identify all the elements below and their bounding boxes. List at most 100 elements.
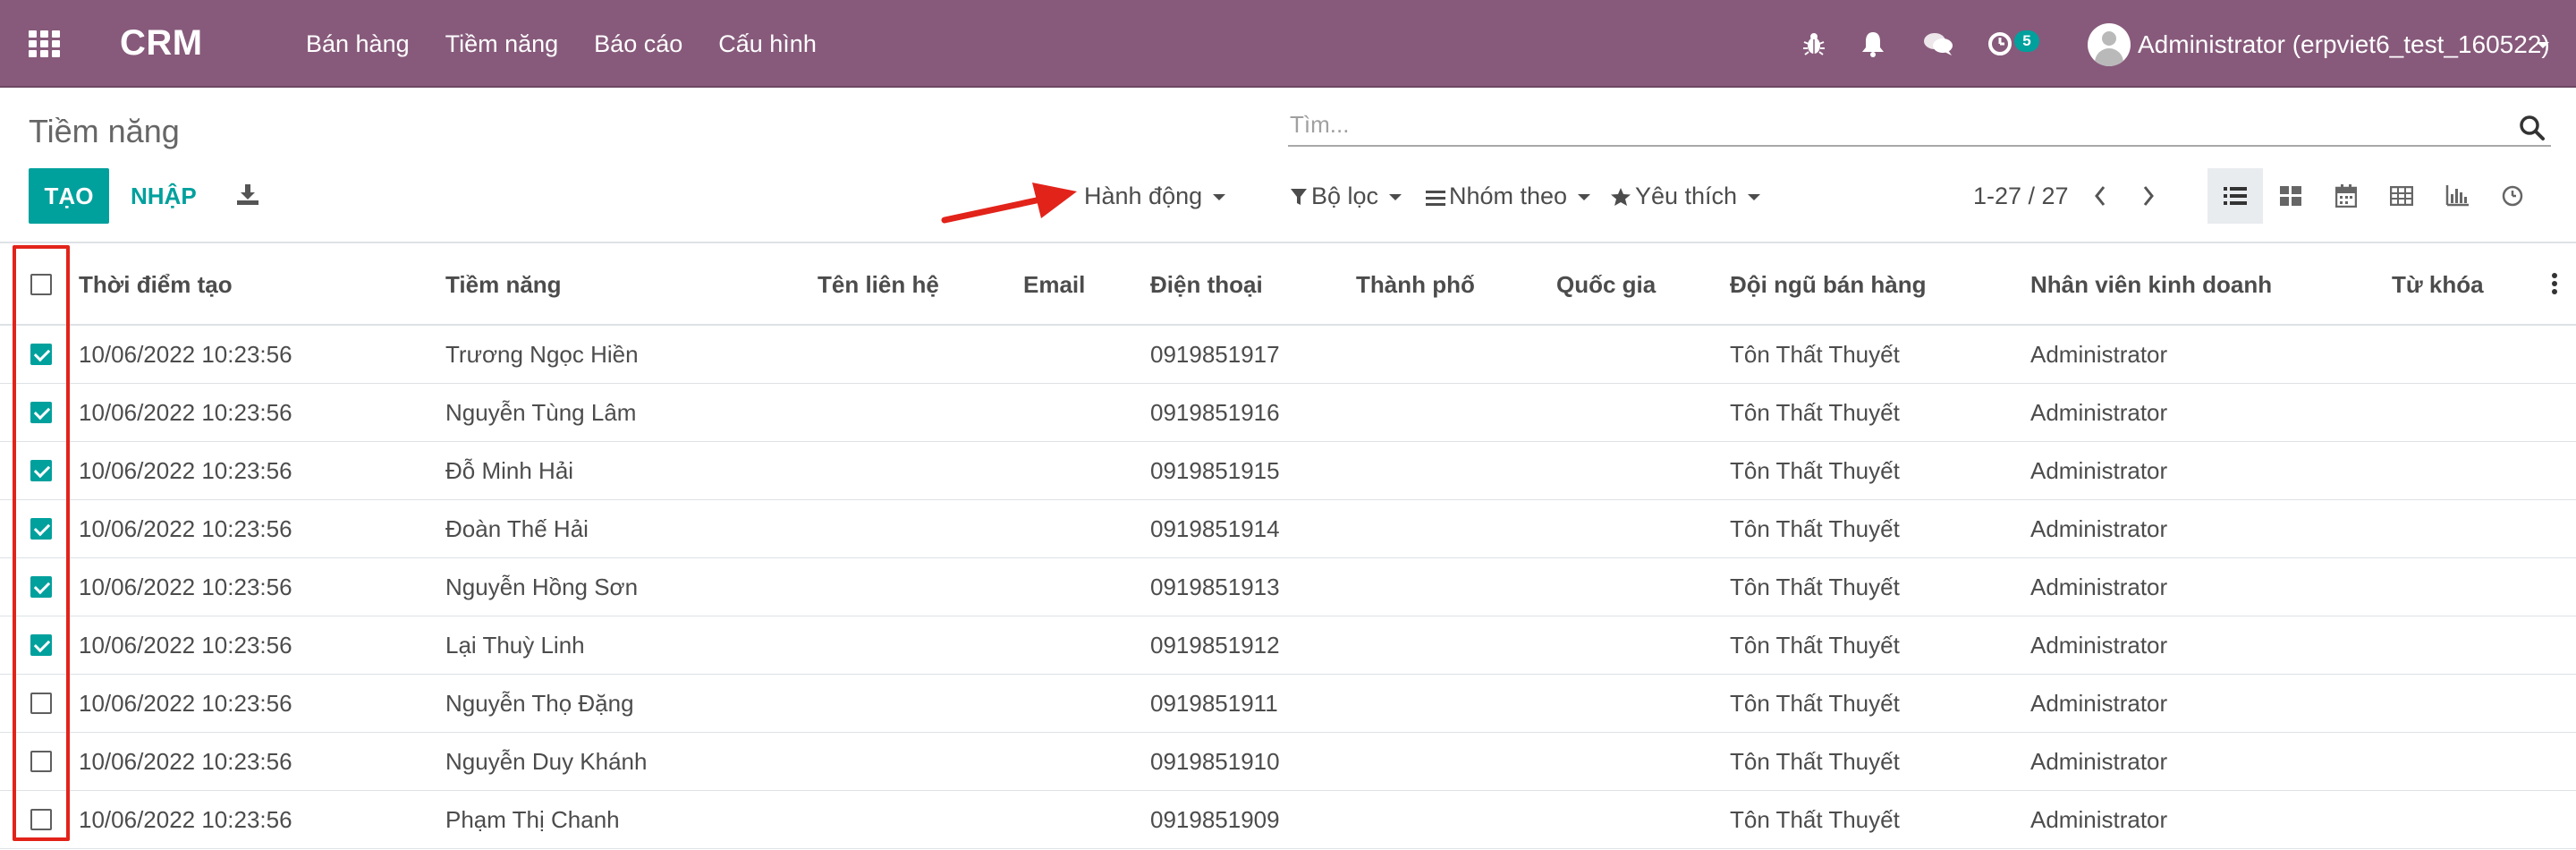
- pivot-view-icon[interactable]: [2374, 168, 2429, 224]
- row-checkbox[interactable]: [30, 693, 52, 714]
- table-row[interactable]: 10/06/2022 10:23:56 Lại Thuỳ Linh 09198519…: [0, 616, 2576, 675]
- cell-salesperson: Administrator: [2030, 457, 2168, 484]
- column-header-salesperson[interactable]: Nhân viên kinh doanh: [2030, 243, 2272, 326]
- table-row[interactable]: 10/06/2022 10:23:56 Nguyễn Duy Khánh 09198…: [0, 733, 2576, 791]
- pager-next-icon[interactable]: [2141, 184, 2156, 212]
- filter-label: Bộ lọc: [1311, 183, 1379, 209]
- cell-created: 10/06/2022 10:23:56: [79, 806, 292, 833]
- calendar-view-icon[interactable]: [2318, 168, 2374, 224]
- table-row[interactable]: 10/06/2022 10:23:56 Nguyễn Thọ Đặng 091985…: [0, 675, 2576, 733]
- chevron-down-icon[interactable]: [2537, 42, 2549, 48]
- user-menu[interactable]: Administrator (erpviet6_test_160522): [2138, 30, 2550, 59]
- avatar[interactable]: [2088, 23, 2131, 66]
- menu-item-config[interactable]: Cấu hình: [718, 30, 817, 58]
- cell-sales-team: Tôn Thất Thuyết: [1730, 748, 1900, 775]
- cell-lead: Đoàn Thế Hải: [445, 515, 589, 542]
- row-checkbox[interactable]: [30, 751, 52, 772]
- table-row[interactable]: 10/06/2022 10:23:56 Trương Ngọc Hiền 09198…: [0, 326, 2576, 384]
- activity-view-icon[interactable]: [2485, 168, 2540, 224]
- cell-created: 10/06/2022 10:23:56: [79, 399, 292, 426]
- cell-created: 10/06/2022 10:23:56: [79, 341, 292, 368]
- cell-sales-team: Tôn Thất Thuyết: [1730, 632, 1900, 659]
- cell-phone: 0919851913: [1150, 574, 1280, 600]
- download-icon[interactable]: [236, 183, 259, 210]
- column-header-country[interactable]: Quốc gia: [1556, 243, 1656, 326]
- cell-sales-team: Tôn Thất Thuyết: [1730, 806, 1900, 833]
- cell-sales-team: Tôn Thất Thuyết: [1730, 399, 1900, 426]
- row-checkbox[interactable]: [30, 809, 52, 830]
- cell-lead: Phạm Thị Chanh: [445, 806, 620, 833]
- favorites-dropdown[interactable]: Yêu thích: [1610, 183, 1761, 210]
- caret-down-icon: [1578, 194, 1591, 201]
- annotation-arrow-icon: [939, 177, 1082, 235]
- bug-icon[interactable]: [1801, 0, 1826, 88]
- column-header-created[interactable]: Thời điểm tạo: [79, 243, 233, 326]
- action-label: Hành động: [1084, 183, 1203, 209]
- pager-value[interactable]: 1-27 / 27: [1973, 183, 2069, 210]
- caret-down-icon: [1748, 194, 1761, 201]
- row-checkbox[interactable]: [30, 634, 52, 656]
- search-icon[interactable]: [2519, 115, 2546, 146]
- table-row[interactable]: 10/06/2022 10:23:56 Đoàn Thế Hải 091985191…: [0, 500, 2576, 558]
- filter-dropdown[interactable]: Bộ lọc: [1290, 183, 1402, 210]
- cell-sales-team: Tôn Thất Thuyết: [1730, 457, 1900, 484]
- action-dropdown[interactable]: Hành động: [1084, 183, 1226, 210]
- column-header-sales-team[interactable]: Đội ngũ bán hàng: [1730, 243, 1927, 326]
- table-header: Thời điểm tạo Tiềm năng Tên liên hệ Emai…: [0, 243, 2576, 326]
- favorites-label: Yêu thích: [1635, 183, 1738, 209]
- table-row[interactable]: 10/06/2022 10:23:56 Phạm Thị Chanh 0919851…: [0, 791, 2576, 849]
- optional-columns-icon[interactable]: [2551, 272, 2558, 300]
- list-view-icon[interactable]: [2207, 168, 2263, 224]
- cell-phone: 0919851914: [1150, 515, 1280, 542]
- chat-icon[interactable]: [1923, 0, 1953, 88]
- cell-created: 10/06/2022 10:23:56: [79, 574, 292, 600]
- clock-activity-icon[interactable]: [1987, 0, 2012, 88]
- column-header-email[interactable]: Email: [1023, 243, 1085, 326]
- column-header-tags[interactable]: Từ khóa: [2392, 243, 2484, 326]
- main-menu: Bán hàng Tiềm năng Báo cáo Cấu hình: [306, 0, 852, 88]
- import-button[interactable]: NHẬP: [131, 183, 197, 210]
- kanban-view-icon[interactable]: [2263, 168, 2318, 224]
- table-row[interactable]: 10/06/2022 10:23:56 Nguyễn Tùng Lâm 091985…: [0, 384, 2576, 442]
- leads-list-table: Thời điểm tạo Tiềm năng Tên liên hệ Emai…: [0, 243, 2576, 849]
- cell-lead: Đỗ Minh Hải: [445, 457, 574, 484]
- bell-icon[interactable]: [1860, 0, 1885, 88]
- funnel-icon: [1291, 189, 1307, 205]
- cell-created: 10/06/2022 10:23:56: [79, 457, 292, 484]
- group-by-dropdown[interactable]: Nhóm theo: [1426, 183, 1591, 210]
- row-checkbox[interactable]: [30, 402, 52, 423]
- apps-grid-icon[interactable]: [29, 30, 61, 57]
- cell-lead: Nguyễn Thọ Đặng: [445, 690, 634, 717]
- cell-salesperson: Administrator: [2030, 632, 2168, 659]
- menu-item-sales[interactable]: Bán hàng: [306, 30, 410, 58]
- select-all-checkbox[interactable]: [30, 274, 52, 295]
- row-checkbox[interactable]: [30, 460, 52, 481]
- row-checkbox[interactable]: [30, 518, 52, 540]
- cell-sales-team: Tôn Thất Thuyết: [1730, 690, 1900, 717]
- cell-created: 10/06/2022 10:23:56: [79, 515, 292, 542]
- create-button[interactable]: TẠO: [29, 168, 109, 224]
- page-title: Tiềm năng: [29, 113, 180, 149]
- cell-created: 10/06/2022 10:23:56: [79, 632, 292, 659]
- search-input[interactable]: Tìm...: [1290, 111, 1349, 139]
- column-header-phone[interactable]: Điện thoại: [1150, 243, 1263, 326]
- cell-salesperson: Administrator: [2030, 574, 2168, 600]
- pager-previous-icon[interactable]: [2093, 184, 2107, 212]
- app-brand[interactable]: CRM: [120, 23, 203, 64]
- menu-item-reports[interactable]: Báo cáo: [594, 30, 682, 58]
- cell-salesperson: Administrator: [2030, 748, 2168, 775]
- menu-item-leads[interactable]: Tiềm năng: [445, 30, 559, 58]
- table-row[interactable]: 10/06/2022 10:23:56 Nguyễn Hồng Sơn 091985…: [0, 558, 2576, 616]
- column-header-city[interactable]: Thành phố: [1356, 243, 1475, 326]
- cell-lead: Nguyễn Hồng Sơn: [445, 574, 639, 600]
- column-header-contact-name[interactable]: Tên liên hệ: [818, 243, 939, 326]
- column-header-lead[interactable]: Tiềm năng: [445, 243, 562, 326]
- table-row[interactable]: 10/06/2022 10:23:56 Đỗ Minh Hải 0919851915…: [0, 442, 2576, 500]
- cell-sales-team: Tôn Thất Thuyết: [1730, 574, 1900, 600]
- row-checkbox[interactable]: [30, 576, 52, 598]
- cell-phone: 0919851911: [1150, 690, 1278, 717]
- caret-down-icon: [1213, 194, 1226, 201]
- graph-view-icon[interactable]: [2429, 168, 2485, 224]
- row-checkbox[interactable]: [30, 344, 52, 365]
- cell-phone: 0919851915: [1150, 457, 1280, 484]
